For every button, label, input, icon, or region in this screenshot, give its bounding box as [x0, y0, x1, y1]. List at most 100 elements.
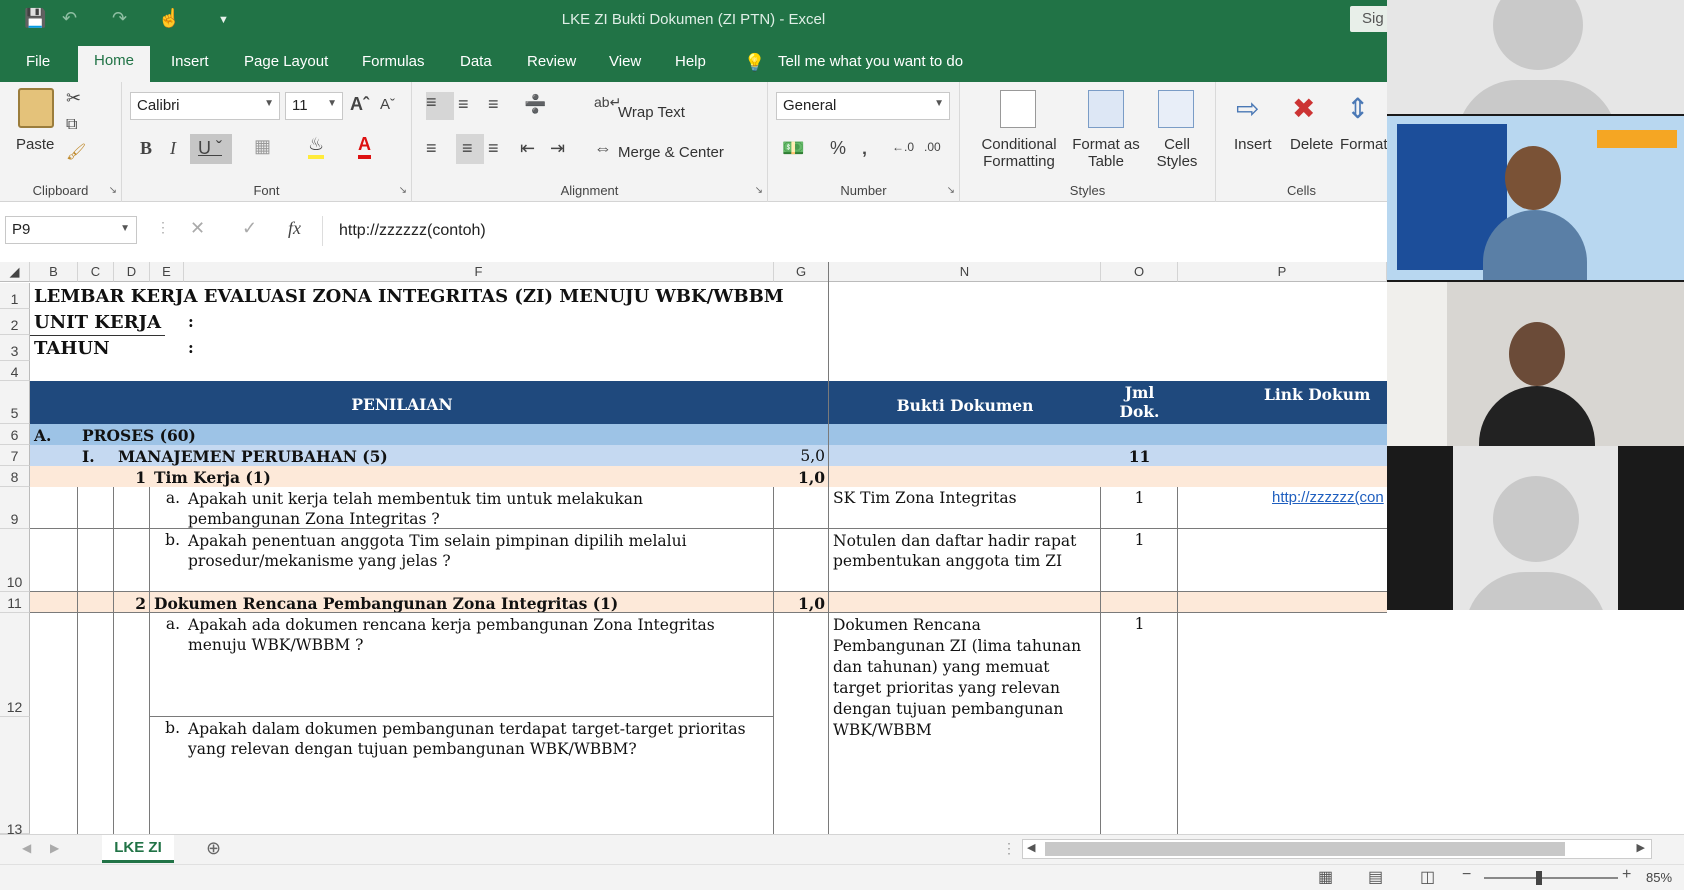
- scrollbar-thumb[interactable]: [1045, 842, 1565, 856]
- tab-insert[interactable]: Insert: [171, 53, 209, 70]
- column-header-o[interactable]: O: [1101, 262, 1178, 282]
- add-sheet-icon[interactable]: ⊕: [206, 838, 221, 859]
- decrease-font-icon[interactable]: Aˇ: [380, 96, 395, 113]
- comma-style-icon[interactable]: ‚: [862, 138, 867, 159]
- tab-view[interactable]: View: [609, 53, 641, 70]
- formula-input[interactable]: http://zzzzzz(contoh): [322, 216, 1387, 246]
- row-header-11[interactable]: 11: [0, 592, 30, 613]
- increase-decimal-icon[interactable]: ←.0: [892, 140, 914, 154]
- tab-home[interactable]: Home: [78, 46, 151, 82]
- tab-file[interactable]: File: [26, 53, 50, 70]
- column-header-p[interactable]: P: [1178, 262, 1387, 282]
- video-tile-placeholder-1[interactable]: [1387, 0, 1684, 114]
- worksheet-grid[interactable]: ◢ B C D E F G N O P 1 2 3 4 5 6 7 8 9 10…: [0, 262, 1387, 834]
- row-header-6[interactable]: 6: [0, 424, 30, 445]
- column-header-b[interactable]: B: [30, 262, 78, 282]
- delete-button[interactable]: Delete: [1290, 136, 1333, 153]
- row-header-3[interactable]: 3: [0, 335, 30, 361]
- bottom-align-icon[interactable]: ≡: [488, 94, 499, 115]
- r9-link[interactable]: http://zzzzzz(con: [1268, 487, 1387, 508]
- zoom-slider-thumb[interactable]: [1536, 871, 1542, 885]
- normal-view-icon[interactable]: ▦: [1318, 867, 1333, 887]
- decrease-decimal-icon[interactable]: .00: [924, 140, 941, 154]
- scroll-right-icon[interactable]: ▶: [1637, 841, 1645, 854]
- number-format-dropdown[interactable]: General ▼: [776, 92, 950, 120]
- font-launcher-icon[interactable]: ↘: [399, 185, 407, 196]
- row-header-12[interactable]: 12: [0, 613, 30, 717]
- insert-button[interactable]: Insert: [1234, 136, 1272, 153]
- borders-icon[interactable]: ▦: [254, 136, 271, 157]
- column-header-f[interactable]: F: [184, 262, 774, 282]
- page-break-view-icon[interactable]: ◫: [1420, 867, 1435, 887]
- increase-font-icon[interactable]: Aˆ: [350, 94, 369, 115]
- zoom-slider[interactable]: [1484, 871, 1618, 885]
- column-header-c[interactable]: C: [78, 262, 114, 282]
- decrease-indent-icon[interactable]: ⇤: [520, 138, 535, 159]
- row-header-5[interactable]: 5: [0, 381, 30, 424]
- scroll-left-icon[interactable]: ◀: [1027, 841, 1035, 854]
- zoom-in-icon[interactable]: +: [1622, 866, 1631, 884]
- tab-review[interactable]: Review: [527, 53, 576, 70]
- row-header-2[interactable]: 2: [0, 309, 30, 335]
- scroll-prev-sheet-icon[interactable]: ◀: [22, 841, 31, 855]
- column-header-d[interactable]: D: [114, 262, 150, 282]
- format-as-table-button[interactable]: Format as Table: [1070, 136, 1142, 170]
- clipboard-launcher-icon[interactable]: ↘: [109, 185, 117, 196]
- row-header-1[interactable]: 1: [0, 283, 30, 309]
- tab-formulas[interactable]: Formulas: [362, 53, 425, 70]
- scroll-next-sheet-icon[interactable]: ▶: [50, 841, 59, 855]
- merge-center-button[interactable]: Merge & Center: [618, 144, 724, 161]
- paste-icon[interactable]: [18, 88, 54, 128]
- cell-styles-button[interactable]: Cell Styles: [1150, 136, 1204, 170]
- row-header-9[interactable]: 9: [0, 487, 30, 529]
- video-tile-speaker-2[interactable]: [1387, 282, 1684, 446]
- video-tile-speaker-1[interactable]: [1387, 116, 1684, 280]
- tab-help[interactable]: Help: [675, 53, 706, 70]
- format-button[interactable]: Format: [1340, 136, 1388, 153]
- horizontal-scrollbar[interactable]: ◀ ▶: [1022, 839, 1652, 859]
- cut-icon[interactable]: ✂: [66, 88, 81, 109]
- format-painter-icon[interactable]: 🖌: [66, 142, 86, 162]
- select-all-corner[interactable]: ◢: [0, 262, 30, 282]
- insert-function-icon[interactable]: fx: [288, 218, 301, 239]
- row-header-4[interactable]: 4: [0, 361, 30, 381]
- align-center-icon[interactable]: ≡: [456, 134, 484, 164]
- orientation-icon[interactable]: ➗: [524, 94, 546, 115]
- paste-button[interactable]: Paste: [16, 136, 54, 153]
- row-header-7[interactable]: 7: [0, 445, 30, 466]
- font-color-icon[interactable]: A: [358, 134, 371, 159]
- zoom-level[interactable]: 85%: [1646, 870, 1672, 885]
- cancel-icon[interactable]: ✕: [190, 218, 205, 239]
- page-layout-view-icon[interactable]: ▤: [1368, 867, 1383, 887]
- row-header-13[interactable]: 13: [0, 717, 30, 834]
- sign-in-button[interactable]: Sig: [1350, 6, 1387, 32]
- tell-me-search[interactable]: Tell me what you want to do: [778, 53, 963, 70]
- video-tile-placeholder-2[interactable]: [1453, 446, 1618, 610]
- top-align-icon[interactable]: ≡: [426, 92, 454, 120]
- font-size-dropdown[interactable]: 11 ▼: [285, 92, 343, 120]
- percent-icon[interactable]: %: [830, 138, 846, 159]
- copy-icon[interactable]: ⧉: [66, 116, 77, 134]
- italic-icon[interactable]: I: [170, 138, 176, 159]
- bold-icon[interactable]: B: [140, 138, 152, 159]
- fill-color-icon[interactable]: ♨: [308, 134, 325, 159]
- number-launcher-icon[interactable]: ↘: [947, 185, 955, 196]
- alignment-launcher-icon[interactable]: ↘: [755, 185, 763, 196]
- font-name-dropdown[interactable]: Calibri ▼: [130, 92, 280, 120]
- tab-page-layout[interactable]: Page Layout: [244, 53, 328, 70]
- row-header-8[interactable]: 8: [0, 466, 30, 487]
- column-header-e[interactable]: E: [150, 262, 184, 282]
- wrap-text-button[interactable]: Wrap Text: [618, 104, 685, 121]
- column-header-n[interactable]: N: [829, 262, 1101, 282]
- enter-icon[interactable]: ✓: [242, 218, 257, 239]
- column-header-g[interactable]: G: [774, 262, 829, 282]
- name-box[interactable]: P9 ▼: [5, 216, 137, 244]
- row-header-10[interactable]: 10: [0, 529, 30, 592]
- tab-data[interactable]: Data: [460, 53, 492, 70]
- align-right-icon[interactable]: ≡: [488, 138, 499, 159]
- middle-align-icon[interactable]: ≡: [458, 94, 469, 115]
- sheet-tab-lke-zi[interactable]: LKE ZI: [102, 835, 174, 863]
- conditional-formatting-button[interactable]: Conditional Formatting: [974, 136, 1064, 170]
- align-left-icon[interactable]: ≡: [426, 138, 437, 159]
- accounting-format-icon[interactable]: 💵: [782, 138, 804, 159]
